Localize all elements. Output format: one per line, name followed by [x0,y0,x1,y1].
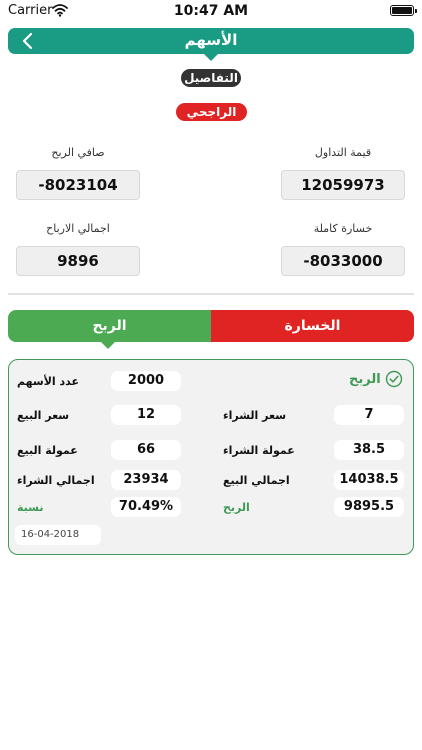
battery-icon [390,5,417,16]
sell-commission-label: عمولة البيع [17,444,78,457]
total-sell-label: اجمالي البيع [223,474,290,487]
details-badge[interactable]: التفاصيل [181,69,241,87]
shares-label: عدد الأسهم [17,375,80,388]
tab-pointer [101,342,115,349]
date-field: 16-04-2018 [15,525,101,545]
nav-header: الأسهم [8,28,414,61]
total-buy-value: 23934 [111,470,181,490]
sell-price-value: 12 [111,405,181,425]
net-profit-field: -8023104 [16,170,140,200]
buy-price-label: سعر الشراء [223,409,287,422]
sell-commission-value: 66 [111,440,181,460]
page-title: الأسهم [184,31,238,49]
profit-value: 9895.5 [334,497,404,517]
result-card: الربح عدد الأسهم 2000 سعر البيع 12 سعر ا… [8,359,414,555]
tab-profit[interactable]: الربح [8,310,211,342]
header-pointer [204,54,218,61]
total-profits-label: اجمالي الارباح [46,222,110,235]
net-profit-label: صافي الربح [51,146,105,159]
bank-badge[interactable]: الراجحي [176,103,247,121]
result-title: الربح [349,372,381,387]
trade-value-field: 12059973 [281,170,405,200]
divider [8,293,414,295]
buy-commission-label: عمولة الشراء [223,444,295,457]
ratio-label: نسبة [17,501,44,514]
sell-price-label: سعر البيع [17,409,70,422]
ratio-value: 70.49% [111,497,181,517]
profit-label: الربح [223,501,250,514]
total-buy-label: اجمالي الشراء [17,474,95,487]
total-sell-value: 14038.5 [334,470,404,490]
buy-commission-value: 38.5 [334,440,404,460]
clock: 10:47 AM [173,3,249,19]
total-loss-label: خسارة كاملة [313,222,373,235]
trade-value-label: قيمة التداول [314,146,372,159]
total-loss-field: -8033000 [281,246,405,276]
tab-loss[interactable]: الخسارة [211,310,414,342]
check-circle-icon [385,370,403,388]
status-bar: Carrier 10:47 AM [0,0,422,22]
total-profits-field: 9896 [16,246,140,276]
buy-price-value: 7 [334,405,404,425]
shares-value: 2000 [111,371,181,391]
